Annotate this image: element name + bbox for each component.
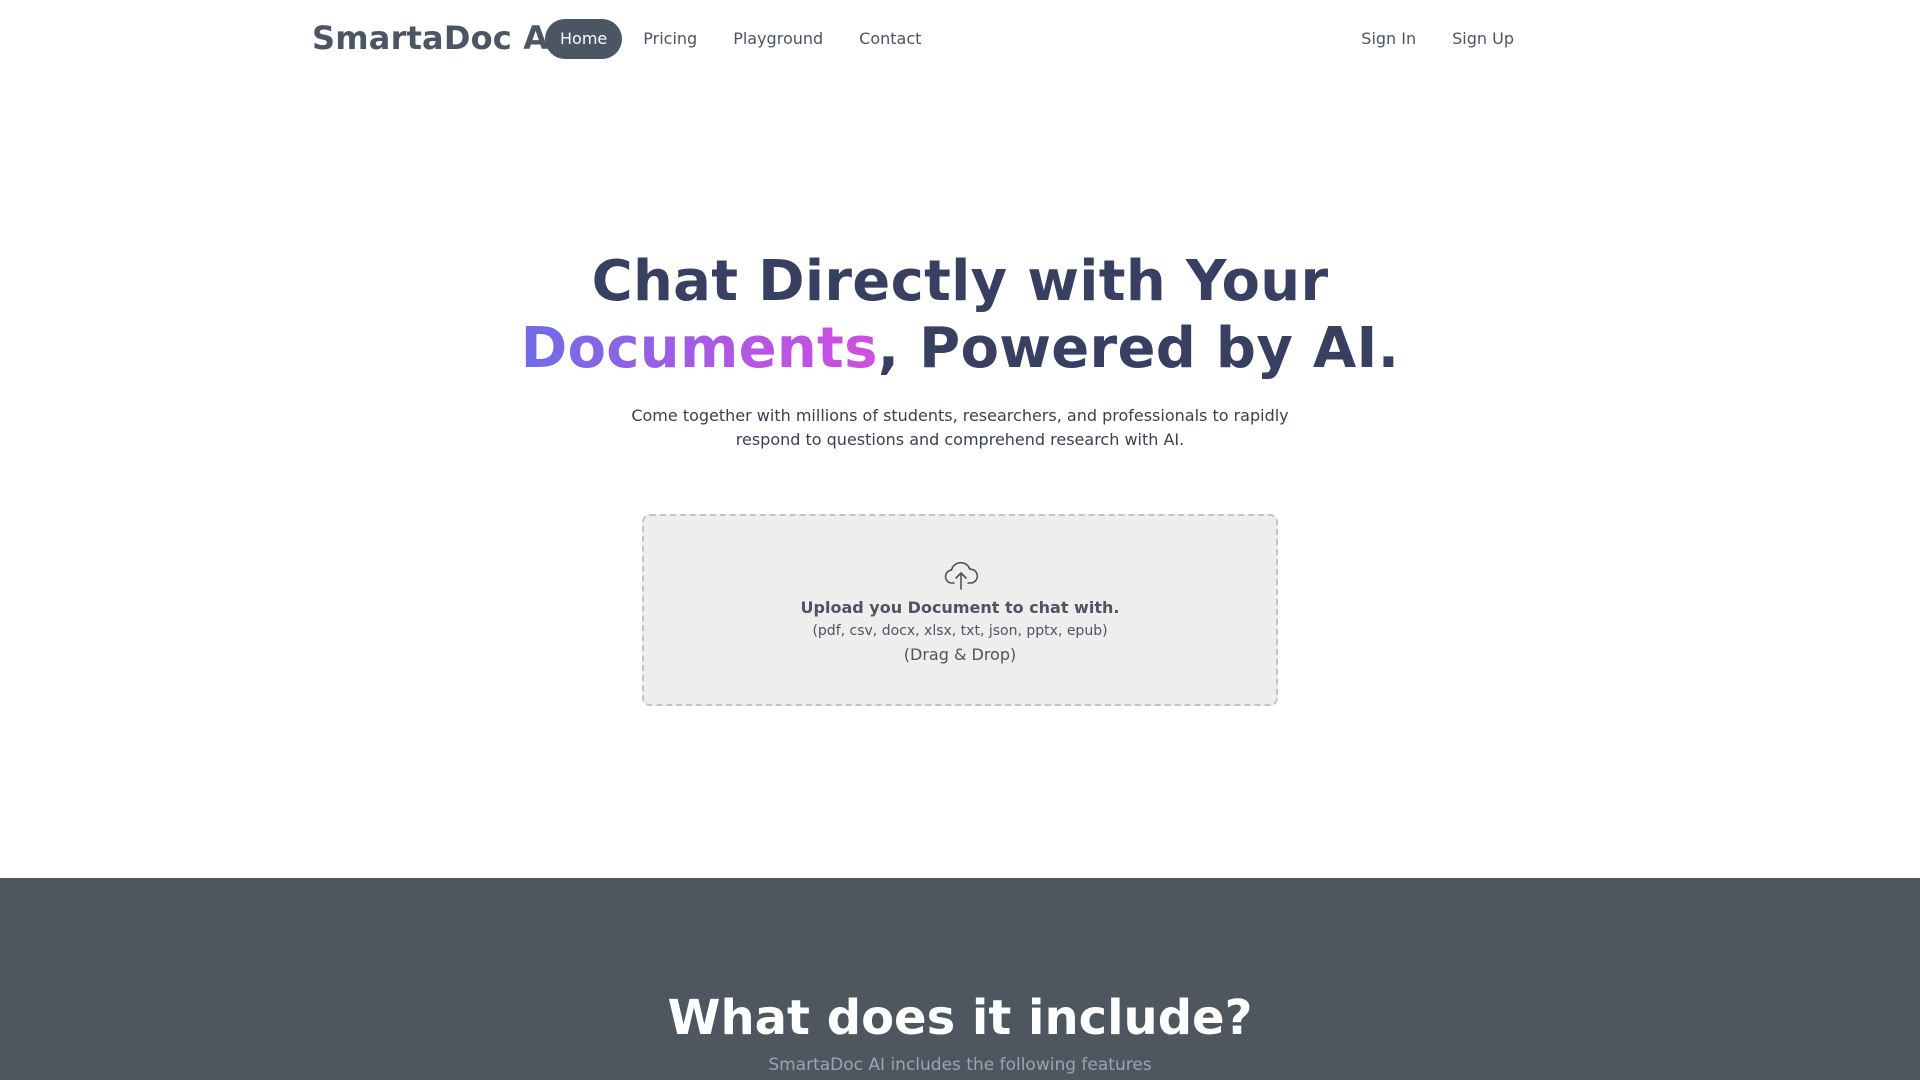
document-upload-dropzone[interactable]: Upload you Document to chat with. (pdf, … — [642, 514, 1278, 706]
hero-title-line1: Chat Directly with Your — [591, 249, 1329, 314]
upload-drag-drop-hint: (Drag & Drop) — [903, 645, 1017, 664]
hero-title-highlight: Documents — [520, 316, 878, 381]
features-title: What does it include? — [667, 990, 1253, 1046]
top-navigation: SmartaDoc AI Home Pricing Playground Con… — [0, 0, 1920, 78]
hero-section: Chat Directly with Your Documents, Power… — [0, 248, 1920, 452]
cloud-upload-icon — [944, 561, 979, 590]
nav-playground[interactable]: Playground — [718, 19, 838, 59]
features-section: What does it include? SmartaDoc AI inclu… — [0, 878, 1920, 1080]
main-nav: Home Pricing Playground Contact — [545, 19, 936, 59]
features-subtitle: SmartaDoc AI includes the following feat… — [768, 1055, 1152, 1075]
nav-contact[interactable]: Contact — [844, 19, 936, 59]
upload-title: Upload you Document to chat with. — [800, 598, 1120, 617]
nav-pricing[interactable]: Pricing — [628, 19, 712, 59]
hero-subtitle: Come together with millions of students,… — [631, 406, 1289, 449]
hero-title-rest: , Powered by AI. — [877, 316, 1400, 381]
hero-title: Chat Directly with Your Documents, Power… — [0, 248, 1920, 382]
sign-up-link[interactable]: Sign Up — [1437, 19, 1529, 59]
brand-logo[interactable]: SmartaDoc AI — [312, 19, 560, 57]
upload-file-types: (pdf, csv, docx, xlsx, txt, json, pptx, … — [812, 623, 1108, 639]
sign-in-link[interactable]: Sign In — [1346, 19, 1431, 59]
auth-nav: Sign In Sign Up — [1346, 19, 1529, 59]
nav-home[interactable]: Home — [545, 19, 623, 59]
